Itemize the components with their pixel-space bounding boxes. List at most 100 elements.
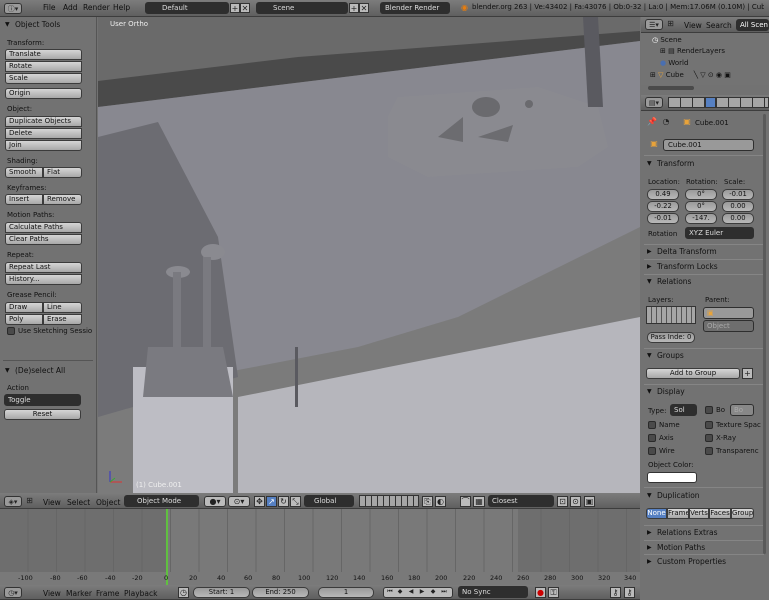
scale-y-field[interactable]: 0.00	[722, 201, 754, 212]
display-header[interactable]: Display	[647, 387, 685, 396]
pass-index-field[interactable]: Pass Inde: 0	[647, 332, 695, 343]
snap-target-selector[interactable]: Closest	[488, 495, 554, 507]
play-icon[interactable]: ▶	[417, 587, 427, 597]
scale-x-field[interactable]: -0.01	[722, 189, 754, 200]
properties-context-tabs[interactable]	[668, 97, 769, 108]
menu-add[interactable]: Add	[63, 3, 78, 12]
duplicate-objects-button[interactable]: Duplicate Objects	[5, 116, 82, 127]
history-button[interactable]: History...	[5, 274, 82, 285]
timeline-editor-icon[interactable]: ◷▾	[4, 587, 22, 598]
proportional-edit-icon[interactable]: ⊙	[570, 496, 581, 507]
info-editor-icon[interactable]: ⓘ▾	[4, 3, 22, 14]
rotate-manipulator-icon[interactable]: ↻	[278, 496, 289, 507]
smooth-button[interactable]: Smooth	[5, 167, 43, 178]
transform-locks-header[interactable]: Transform Locks	[647, 262, 718, 271]
action-dropdown[interactable]: Toggle	[4, 394, 81, 406]
transparency-checkbox[interactable]	[705, 447, 713, 455]
start-frame-field[interactable]: Start: 1	[193, 587, 250, 598]
rotate-button[interactable]: Rotate	[5, 61, 82, 72]
timeline-view-menu[interactable]: View	[43, 589, 61, 598]
outliner-search-menu[interactable]: Search	[706, 21, 732, 30]
remove-layout-icon[interactable]: ✕	[240, 3, 250, 13]
rotation-z-field[interactable]: -147.	[685, 213, 717, 224]
manipulator-toggle-icon[interactable]: ✥	[254, 496, 265, 507]
object-name-field[interactable]: Cube.001	[663, 139, 754, 151]
snap-element-icon[interactable]: ▦	[473, 496, 485, 507]
outliner-item-renderlayers[interactable]: ⊞ ▤ RenderLayers	[660, 47, 725, 55]
add-scene-icon[interactable]: +	[349, 3, 359, 13]
rotation-mode-selector[interactable]: XYZ Euler	[685, 227, 754, 239]
keying-set-icon[interactable]: ⚿	[548, 587, 559, 598]
rotation-y-field[interactable]: 0°	[685, 201, 717, 212]
bounds-checkbox[interactable]	[705, 406, 713, 414]
outliner-item-cube[interactable]: ⊞ ▽ Cube ╲ ▽ ⊙ ◉ ▣	[650, 71, 731, 79]
scale-button[interactable]: Scale	[5, 73, 82, 84]
axis-checkbox[interactable]	[648, 434, 656, 442]
dupli-faces-button[interactable]: Faces	[709, 508, 731, 519]
object-color-swatch[interactable]	[647, 472, 697, 483]
outliner-collapse-icon[interactable]: ⊞	[666, 19, 675, 29]
jump-start-icon[interactable]: ⏮	[385, 587, 395, 597]
outliner-item-scene[interactable]: ◷ Scene	[652, 36, 682, 44]
texture-space-checkbox[interactable]	[705, 421, 713, 429]
outliner-view-menu[interactable]: View	[684, 21, 702, 30]
remove-keyframe-button[interactable]: Remove	[43, 194, 82, 205]
menu-render[interactable]: Render	[83, 3, 110, 12]
sketching-checkbox[interactable]	[7, 327, 15, 335]
render-engine-selector[interactable]: Blender Render	[380, 2, 450, 14]
relations-header[interactable]: Relations	[647, 277, 691, 286]
name-checkbox[interactable]	[648, 421, 656, 429]
snap-align-icon[interactable]: ⊡	[557, 496, 568, 507]
mode-selector[interactable]: Object Mode	[124, 495, 199, 507]
editor-type-icon[interactable]: ◈▾	[4, 496, 22, 507]
calculate-paths-button[interactable]: Calculate Paths	[5, 222, 82, 233]
end-frame-field[interactable]: End: 250	[252, 587, 309, 598]
pin-icon[interactable]: 📌	[647, 117, 657, 127]
join-button[interactable]: Join	[5, 140, 82, 151]
parent-field[interactable]: ▣	[703, 307, 754, 319]
timeline-marker-menu[interactable]: Marker	[66, 589, 92, 598]
pivot-point-icon[interactable]: ⊙▾	[228, 496, 250, 507]
insert-key-icon[interactable]: ⚷	[610, 587, 621, 598]
object-layers-grid[interactable]	[646, 306, 696, 324]
translate-manipulator-icon[interactable]: ↗	[266, 496, 277, 507]
line-button[interactable]: Line	[43, 302, 82, 313]
custom-properties-header[interactable]: Custom Properties	[647, 557, 726, 566]
origin-button[interactable]: Origin	[5, 88, 82, 99]
jump-end-icon[interactable]: ⏭	[439, 587, 449, 597]
relations-extras-header[interactable]: Relations Extras	[647, 528, 718, 537]
viewport-shading-icon[interactable]: ●▾	[204, 496, 226, 507]
menu-help[interactable]: Help	[113, 3, 130, 12]
timeline-frame-menu[interactable]: Frame	[96, 589, 119, 598]
viewport-3d[interactable]	[98, 17, 640, 493]
erase-button[interactable]: Erase	[43, 314, 82, 325]
record-icon[interactable]: ●	[535, 587, 546, 598]
scale-manipulator-icon[interactable]: ⤡	[290, 496, 301, 507]
dupli-frame-button[interactable]: Frame	[667, 508, 689, 519]
collapse-menus-icon[interactable]: ⊞	[25, 496, 34, 506]
sync-mode-selector[interactable]: No Sync	[458, 586, 528, 598]
layer-buttons[interactable]	[359, 495, 419, 507]
restrict-icons[interactable]: ╲ ▽ ⊙ ◉ ▣	[694, 71, 731, 79]
scene-selector[interactable]: Scene	[256, 2, 348, 14]
translate-button[interactable]: Translate	[5, 49, 82, 60]
display-type-selector[interactable]: Sol	[670, 404, 697, 416]
poly-button[interactable]: Poly	[5, 314, 43, 325]
next-key-icon[interactable]: ◆	[428, 587, 438, 597]
repeat-last-button[interactable]: Repeat Last	[5, 262, 82, 273]
lock-layers-icon[interactable]: ⎘	[422, 496, 433, 507]
add-group-icon[interactable]: +	[742, 368, 753, 379]
object-menu[interactable]: Object	[96, 498, 120, 507]
delta-transform-header[interactable]: Delta Transform	[647, 247, 717, 256]
object-tools-header[interactable]: Object Tools	[5, 20, 60, 29]
snap-toggle-icon[interactable]: ⌒	[460, 496, 471, 507]
delete-key-icon[interactable]: ⚷	[624, 587, 635, 598]
render-icon[interactable]: ◐	[435, 496, 446, 507]
current-frame-field[interactable]: 1	[318, 587, 374, 598]
menu-file[interactable]: File	[43, 3, 56, 12]
operator-panel-header[interactable]: (De)select All	[5, 366, 65, 375]
outliner-item-world[interactable]: ● World	[660, 59, 688, 67]
parent-type-selector[interactable]: Object	[703, 320, 754, 332]
scale-z-field[interactable]: 0.00	[722, 213, 754, 224]
rotation-x-field[interactable]: 0°	[685, 189, 717, 200]
